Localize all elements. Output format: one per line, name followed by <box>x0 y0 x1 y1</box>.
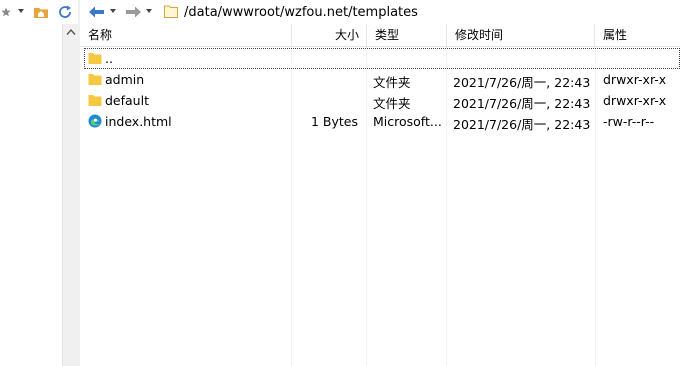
vertical-scrollbar[interactable] <box>62 24 78 366</box>
refresh-icon[interactable] <box>56 3 74 21</box>
file-list-header: 名称 大小 类型 修改时间 属性 <box>80 24 680 47</box>
file-size: 1 Bytes <box>310 114 358 129</box>
star-icon[interactable] <box>0 3 12 21</box>
list-item[interactable]: admin 文件夹 2021/7/26/周一, 22:43 drwxr-xr-x <box>84 69 680 90</box>
file-attributes: drwxr-xr-x <box>603 72 667 87</box>
back-arrow-icon[interactable] <box>88 3 106 21</box>
column-header-attributes[interactable]: 属性 <box>595 24 680 46</box>
column-header-type[interactable]: 类型 <box>367 24 447 46</box>
path-bar[interactable]: /data/wwwroot/wzfou.net/templates <box>160 1 680 23</box>
left-pane-toolbar <box>0 0 78 24</box>
forward-arrow-icon[interactable] <box>124 3 142 21</box>
file-type: 文件夹 <box>373 96 411 111</box>
column-header-size[interactable]: 大小 <box>292 24 367 46</box>
forward-history-dropdown-icon[interactable] <box>146 9 152 13</box>
list-item[interactable]: default 文件夹 2021/7/26/周一, 22:43 drwxr-xr… <box>84 90 680 111</box>
edge-browser-icon <box>88 114 102 128</box>
pane-splitter[interactable] <box>78 0 80 366</box>
file-attributes: -rw-r--r-- <box>603 114 655 129</box>
list-item-parent-dir[interactable]: .. <box>84 48 680 69</box>
chevron-down-icon[interactable] <box>18 9 24 13</box>
file-name: admin <box>105 72 145 87</box>
file-name: default <box>105 93 149 108</box>
scroll-up-arrow-icon[interactable] <box>66 28 76 36</box>
file-modified: 2021/7/26/周一, 22:43 <box>453 96 591 111</box>
file-type: Microsoft... <box>373 114 442 129</box>
file-modified: 2021/7/26/周一, 22:43 <box>453 75 591 90</box>
folder-icon <box>88 95 102 106</box>
column-header-name[interactable]: 名称 <box>80 24 292 46</box>
folder-icon <box>88 74 102 85</box>
folder-icon <box>164 5 178 18</box>
list-item[interactable]: index.html 1 Bytes Microsoft... 2021/7/2… <box>84 111 680 132</box>
column-header-modified[interactable]: 修改时间 <box>447 24 595 46</box>
back-history-dropdown-icon[interactable] <box>110 9 116 13</box>
local-file-pane <box>0 24 62 366</box>
current-path[interactable]: /data/wwwroot/wzfou.net/templates <box>184 5 418 20</box>
file-type: 文件夹 <box>373 75 411 90</box>
file-modified: 2021/7/26/周一, 22:43 <box>453 117 591 132</box>
file-name: index.html <box>105 114 172 129</box>
folder-icon <box>88 53 102 64</box>
home-folder-icon[interactable] <box>32 3 50 21</box>
file-attributes: drwxr-xr-x <box>603 93 667 108</box>
file-name: .. <box>105 51 113 66</box>
